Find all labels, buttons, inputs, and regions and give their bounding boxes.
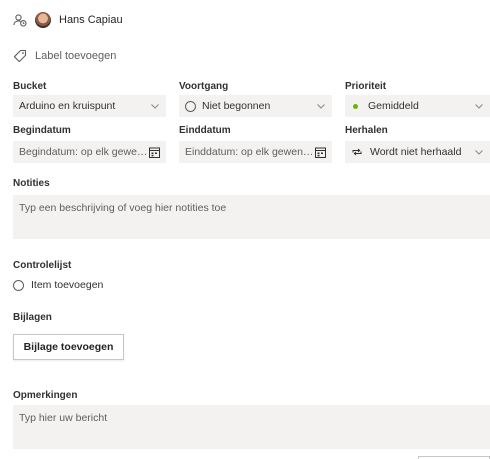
add-item-text[interactable]: Item toevoegen	[31, 279, 103, 291]
start-date-label: Begindatum	[13, 125, 71, 136]
progress-select[interactable]: Niet begonnen	[179, 95, 332, 117]
priority-dot-icon	[353, 103, 358, 109]
calendar-icon[interactable]	[149, 147, 160, 158]
chevron-down-icon	[151, 104, 159, 109]
priority-label: Prioriteit	[345, 81, 387, 92]
tag-icon	[13, 49, 27, 63]
chevron-down-icon	[475, 104, 483, 109]
comment-textarea[interactable]: Typ hier uw bericht	[13, 405, 490, 449]
add-label-text: Label toevoegen	[35, 50, 117, 62]
assign-user-icon[interactable]	[13, 13, 27, 27]
notes-placeholder: Typ een beschrijving of voeg hier notiti…	[19, 202, 227, 214]
repeat-value: Wordt niet herhaald	[370, 146, 462, 158]
not-started-icon	[185, 100, 196, 112]
assignee-name[interactable]: Hans Capiau	[59, 14, 123, 26]
checklist-circle-icon[interactable]	[13, 279, 24, 291]
chevron-down-icon	[475, 150, 483, 155]
calendar-icon[interactable]	[315, 147, 326, 158]
checklist-label: Controlelijst	[13, 260, 72, 271]
progress-label: Voortgang	[179, 81, 229, 92]
assignment-row[interactable]: Hans Capiau	[13, 10, 123, 30]
add-checklist-item[interactable]: Item toevoegen	[13, 278, 103, 292]
start-date-placeholder: Begindatum: op elk gewens...	[19, 146, 149, 158]
bucket-label: Bucket	[13, 81, 47, 92]
due-date-placeholder: Einddatum: op elk gewenst ...	[185, 146, 315, 158]
comment-placeholder: Typ hier uw bericht	[19, 412, 108, 424]
add-label-button[interactable]: Label toevoegen	[13, 48, 116, 64]
notes-textarea[interactable]: Typ een beschrijving of voeg hier notiti…	[13, 195, 490, 239]
avatar[interactable]	[35, 12, 51, 28]
progress-value: Niet begonnen	[202, 100, 271, 112]
priority-select[interactable]: Gemiddeld	[345, 95, 490, 117]
chevron-down-icon	[317, 104, 325, 109]
due-date-label: Einddatum	[179, 125, 231, 136]
comments-label: Opmerkingen	[13, 390, 78, 401]
notes-label: Notities	[13, 178, 50, 189]
due-date-input[interactable]: Einddatum: op elk gewenst ...	[179, 141, 332, 163]
start-date-input[interactable]: Begindatum: op elk gewens...	[13, 141, 166, 163]
repeat-select[interactable]: Wordt niet herhaald	[345, 141, 490, 163]
add-attachment-button[interactable]: Bijlage toevoegen	[13, 334, 124, 360]
bucket-value: Arduino en kruispunt	[19, 100, 116, 112]
priority-value: Gemiddeld	[368, 100, 419, 112]
bucket-select[interactable]: Arduino en kruispunt	[13, 95, 166, 117]
repeat-label: Herhalen	[345, 125, 388, 136]
repeat-icon	[352, 148, 362, 156]
attachments-label: Bijlagen	[13, 312, 52, 323]
